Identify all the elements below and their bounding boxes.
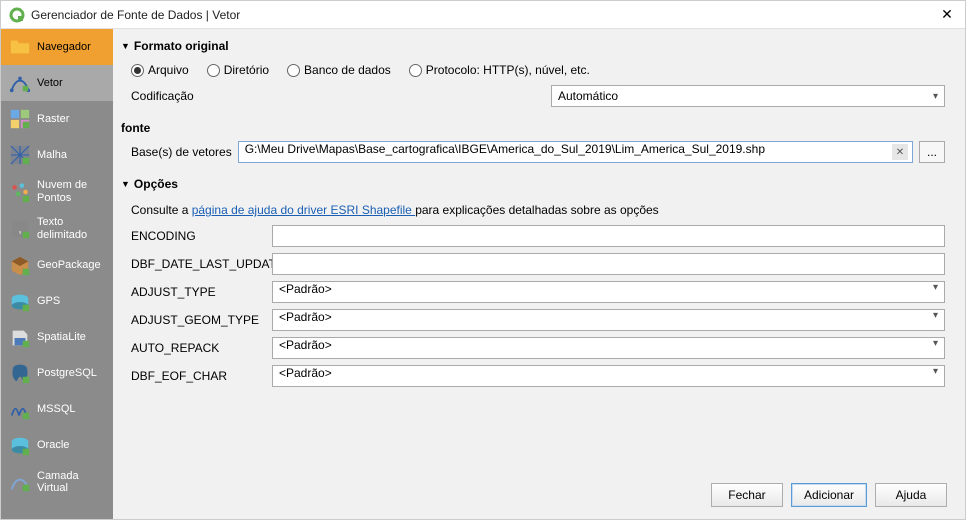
mssql-icon <box>9 399 31 421</box>
sidebar-item-label: Nuvem de Pontos <box>37 179 105 204</box>
folder-icon <box>9 36 31 58</box>
driver-help-link[interactable]: página de ajuda do driver ESRI Shapefile <box>192 203 415 217</box>
option-row-auto-repack: AUTO_REPACK <Padrão> <box>131 337 945 359</box>
chevron-down-icon: ▼ <box>121 41 130 51</box>
option-input-dbf-date[interactable] <box>272 253 945 275</box>
option-label: ADJUST_TYPE <box>131 285 266 299</box>
driver-help-text: Consulte a página de ajuda do driver ESR… <box>131 199 945 225</box>
gps-icon <box>9 291 31 313</box>
oracle-icon <box>9 435 31 457</box>
qgis-icon <box>9 7 25 23</box>
option-label: AUTO_REPACK <box>131 341 266 355</box>
options-body: Consulte a página de ajuda do driver ESR… <box>121 197 955 395</box>
sidebar-item-malha[interactable]: Malha <box>1 137 113 173</box>
encoding-label: Codificação <box>131 89 551 103</box>
vector-dataset-value: G:\Meu Drive\Mapas\Base_cartografica\IBG… <box>245 142 765 156</box>
chevron-down-icon: ▼ <box>121 179 130 189</box>
csv-icon: , <box>9 218 31 240</box>
option-select-adjust-type[interactable]: <Padrão> <box>272 281 945 303</box>
sidebar-item-label: PostgreSQL <box>37 367 97 380</box>
window-title: Gerenciador de Fonte de Dados | Vetor <box>31 8 937 22</box>
radio-label: Banco de dados <box>304 63 391 77</box>
sidebar-item-raster[interactable]: Raster <box>1 101 113 137</box>
sidebar-item-spatialite[interactable]: SpatiaLite <box>1 320 113 356</box>
help-button[interactable]: Ajuda <box>875 483 947 507</box>
option-row-adjust-geom-type: ADJUST_GEOM_TYPE <Padrão> <box>131 309 945 331</box>
sidebar-item-camada-virtual[interactable]: Camada Virtual <box>1 464 113 501</box>
sidebar-item-texto-delimitado[interactable]: , Texto delimitado <box>1 210 113 247</box>
sidebar-item-oracle[interactable]: Oracle <box>1 428 113 464</box>
sidebar-item-label: Navegador <box>37 41 91 54</box>
sidebar-item-label: Oracle <box>37 439 69 452</box>
mesh-icon <box>9 144 31 166</box>
option-label: DBF_EOF_CHAR <box>131 369 266 383</box>
raster-icon <box>9 108 31 130</box>
sidebar-item-label: Texto delimitado <box>37 216 105 241</box>
option-select-dbf-eof-char[interactable]: <Padrão> <box>272 365 945 387</box>
pointcloud-icon <box>9 181 31 203</box>
encoding-select[interactable]: Automático <box>551 85 945 107</box>
radio-label: Protocolo: HTTP(s), núvel, etc. <box>426 63 590 77</box>
sidebar-item-nuvem-pontos[interactable]: Nuvem de Pontos <box>1 173 113 210</box>
sidebar-item-label: MSSQL <box>37 403 76 416</box>
option-row-dbf-eof-char: DBF_EOF_CHAR <Padrão> <box>131 365 945 387</box>
browse-button[interactable]: ... <box>919 141 945 163</box>
sidebar-item-postgresql[interactable]: PostgreSQL <box>1 356 113 392</box>
source-type-row: Arquivo Diretório Banco de dados Protoco… <box>121 59 955 85</box>
radio-label: Arquivo <box>148 63 189 77</box>
clear-icon[interactable]: ✕ <box>892 144 908 160</box>
option-label: ENCODING <box>131 229 266 243</box>
footer: Fechar Adicionar Ajuda <box>121 473 955 511</box>
spatialite-icon <box>9 327 31 349</box>
option-label: DBF_DATE_LAST_UPDATE <box>131 257 266 271</box>
sidebar-item-gps[interactable]: GPS <box>1 284 113 320</box>
sidebar: Navegador Vetor Raster Malha Nuvem de Po… <box>1 29 113 519</box>
sidebar-item-label: Raster <box>37 113 69 126</box>
section-label: Formato original <box>134 39 229 53</box>
sidebar-item-label: Malha <box>37 149 67 162</box>
section-options[interactable]: ▼ Opções <box>121 177 955 191</box>
section-label: fonte <box>121 121 150 135</box>
sidebar-item-vetor[interactable]: Vetor <box>1 65 113 101</box>
sidebar-item-geopackage[interactable]: GeoPackage <box>1 248 113 284</box>
radio-banco-dados[interactable]: Banco de dados <box>287 63 391 77</box>
vector-icon <box>9 72 31 94</box>
svg-text:,: , <box>18 224 21 236</box>
option-row-dbf-date: DBF_DATE_LAST_UPDATE <box>131 253 945 275</box>
vector-dataset-label: Base(s) de vetores <box>131 145 232 159</box>
option-row-encoding: ENCODING <box>131 225 945 247</box>
main-panel: ▼ Formato original Arquivo Diretório Ban… <box>113 29 965 519</box>
sidebar-item-label: SpatiaLite <box>37 331 86 344</box>
radio-diretorio[interactable]: Diretório <box>207 63 269 77</box>
geopackage-icon <box>9 255 31 277</box>
option-row-adjust-type: ADJUST_TYPE <Padrão> <box>131 281 945 303</box>
sidebar-item-label: Camada Virtual <box>37 470 105 495</box>
sidebar-item-label: GPS <box>37 295 60 308</box>
radio-arquivo[interactable]: Arquivo <box>131 63 189 77</box>
encoding-value: Automático <box>558 89 618 103</box>
section-source: fonte <box>121 121 955 135</box>
vector-dataset-input[interactable]: G:\Meu Drive\Mapas\Base_cartografica\IBG… <box>238 141 913 163</box>
encoding-row: Codificação Automático <box>121 85 955 117</box>
option-label: ADJUST_GEOM_TYPE <box>131 313 266 327</box>
virtual-layer-icon <box>9 471 31 493</box>
close-button[interactable]: Fechar <box>711 483 783 507</box>
sidebar-item-label: Vetor <box>37 77 63 90</box>
option-select-auto-repack[interactable]: <Padrão> <box>272 337 945 359</box>
sidebar-item-mssql[interactable]: MSSQL <box>1 392 113 428</box>
add-button[interactable]: Adicionar <box>791 483 867 507</box>
postgresql-icon <box>9 363 31 385</box>
radio-protocolo[interactable]: Protocolo: HTTP(s), núvel, etc. <box>409 63 590 77</box>
vector-dataset-row: Base(s) de vetores G:\Meu Drive\Mapas\Ba… <box>121 141 955 173</box>
sidebar-item-navegador[interactable]: Navegador <box>1 29 113 65</box>
section-source-format[interactable]: ▼ Formato original <box>121 39 955 53</box>
radio-label: Diretório <box>224 63 269 77</box>
option-select-adjust-geom-type[interactable]: <Padrão> <box>272 309 945 331</box>
section-label: Opções <box>134 177 178 191</box>
option-input-encoding[interactable] <box>272 225 945 247</box>
sidebar-item-label: GeoPackage <box>37 259 101 272</box>
close-icon[interactable]: ✕ <box>937 6 957 23</box>
titlebar: Gerenciador de Fonte de Dados | Vetor ✕ <box>1 1 965 29</box>
